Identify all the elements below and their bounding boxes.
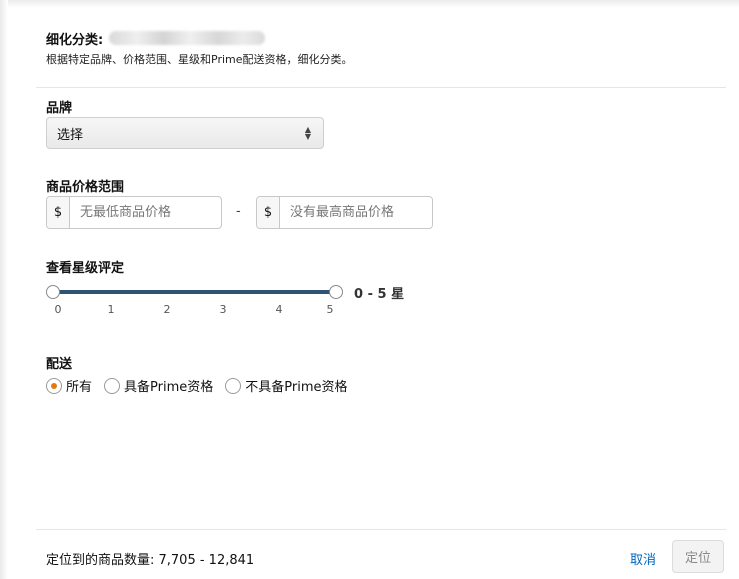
radio-unchecked-icon[interactable] [104,377,121,394]
shipping-option-label: 不具备Prime资格 [245,380,348,395]
refine-header: 细化分类: 根据特定品牌、价格范围、星级和Prime配送资格，细化分类。 [46,29,353,67]
shipping-option-label: 具备Prime资格 [124,380,214,395]
brand-select[interactable]: 选择 ▲ ▼ [46,117,324,149]
currency-symbol: $ [257,197,280,228]
cancel-button[interactable]: 取消 [630,549,656,568]
select-arrows-icon: ▲ ▼ [304,125,311,141]
rating-max-handle[interactable] [329,285,343,299]
brand-select-value: 选择 [57,127,84,143]
price-separator: - [236,204,241,219]
shipping-option-prime[interactable]: 具备Prime资格 [104,376,213,395]
rating-tick: 3 [219,303,227,316]
footer-divider [36,529,726,530]
radio-unchecked-icon[interactable] [225,377,242,394]
currency-symbol: $ [47,197,70,228]
radio-checked-icon[interactable] [46,377,62,394]
brand-label: 品牌 [46,101,73,116]
rating-tick: 4 [275,303,283,316]
max-price-field[interactable]: $ [256,196,433,229]
min-price-field[interactable]: $ [46,196,222,229]
min-price-input[interactable] [70,197,202,228]
shipping-options: 所有 具备Prime资格 不具备Prime资格 [46,376,359,395]
shipping-option-label: 所有 [66,380,93,395]
title-row: 细化分类: [46,29,353,48]
rating-tick: 1 [107,303,115,316]
header-divider [36,87,726,88]
rating-tick: 0 [54,303,62,316]
page-subtitle: 根据特定品牌、价格范围、星级和Prime配送资格，细化分类。 [46,53,353,66]
shipping-option-all[interactable]: 所有 [46,376,92,395]
rating-tick: 5 [326,303,334,316]
price-range-label: 商品价格范围 [46,180,125,195]
shipping-label: 配送 [46,357,73,372]
shipping-option-non-prime[interactable]: 不具备Prime资格 [225,376,347,395]
page-title: 细化分类: [46,32,104,48]
rating-tick: 2 [163,303,171,316]
top-edge-shadow [0,0,739,8]
rating-min-handle[interactable] [46,285,60,299]
rating-label: 查看星级评定 [46,261,125,276]
max-price-input[interactable] [280,197,412,228]
left-edge-shadow [0,0,8,579]
result-count: 定位到的商品数量: 7,705 - 12,841 [46,553,255,568]
rating-range-text: 0 - 5 星 [354,287,405,302]
blurred-category-name [109,31,266,45]
rating-slider-track[interactable] [53,290,336,294]
apply-button[interactable]: 定位 [672,540,724,573]
